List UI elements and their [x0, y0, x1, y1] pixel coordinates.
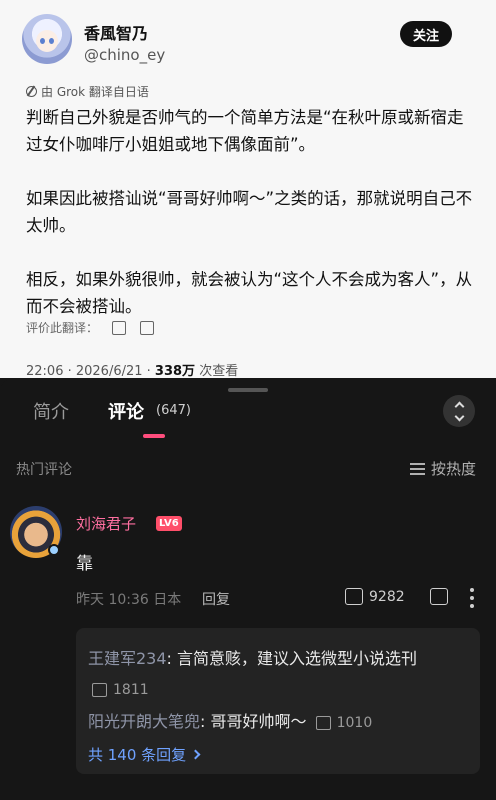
sort-icon	[410, 462, 425, 475]
tweet-handle: @chino_ey	[84, 46, 166, 64]
like-count: 9282	[369, 588, 405, 605]
like-icon	[345, 588, 363, 605]
reply-item[interactable]: 王建军234: 言简意赅，建议入选微型小说选刊 1811	[88, 644, 468, 705]
commenter-avatar[interactable]	[10, 506, 62, 558]
comment-text: 靠	[76, 554, 93, 574]
tweet-timestamp: 22:06 · 2026/6/21 ·	[26, 364, 155, 378]
reply-user[interactable]: 王建军234	[88, 649, 167, 668]
reply-item[interactable]: 阳光开朗大笔兜: 哥哥好帅啊～ 1010	[88, 707, 478, 738]
like-button[interactable]: 9282	[345, 588, 405, 605]
tab-intro[interactable]: 简介	[33, 398, 69, 424]
translation-note-text: 由 Grok 翻译自日语	[41, 85, 149, 99]
like-icon	[92, 682, 107, 697]
sort-label: 按热度	[431, 460, 477, 478]
more-options-icon[interactable]	[462, 588, 482, 608]
chevron-up-icon	[454, 401, 464, 411]
reply-like-button[interactable]: 1811	[92, 675, 149, 705]
sort-by-hot-button[interactable]: 按热度	[410, 458, 476, 479]
reply-text: : 言简意赅，建议入选微型小说选刊	[166, 649, 418, 668]
avatar-badge-icon	[48, 544, 60, 556]
translation-note: 由 Grok 翻译自日语	[26, 83, 149, 100]
comment-count: (647)	[156, 403, 191, 418]
comments-panel: 简介 评论 (647) 热门评论 按热度 刘海君子 LV6 靠 昨天 10:36…	[0, 378, 496, 800]
tweet-paragraph: 如果因此被搭讪说“哥哥好帅啊～”之类的话，那就说明自己不太帅。	[26, 189, 473, 235]
reply-user[interactable]: 阳光开朗大笔兜	[88, 712, 200, 731]
chevron-right-icon	[190, 749, 201, 760]
tweet-paragraph: 相反，如果外貌很帅，就会被认为“这个人不会成为客人”，从而不会被搭讪。	[26, 270, 473, 316]
reply-like-button[interactable]: 1010	[315, 708, 373, 738]
tweet-body: 判断自己外貌是否帅气的一个简单方法是“在秋叶原或新宿走过女仆咖啡厅小姐姐或地下偶…	[26, 104, 476, 347]
dislike-icon[interactable]	[430, 588, 448, 605]
tweet-views-suffix: 次查看	[195, 364, 239, 378]
total-replies-label: 共 140 条回复	[88, 746, 187, 764]
tab-comments[interactable]: 评论	[108, 398, 144, 424]
tweet-views: 338万	[154, 364, 196, 378]
replies-box: 王建军234: 言简意赅，建议入选微型小说选刊 1811 阳光开朗大笔兜: 哥哥…	[76, 628, 480, 774]
reply-like-count: 1811	[113, 681, 149, 698]
chevron-down-icon	[454, 411, 464, 421]
tweet-paragraph: 判断自己外貌是否帅气的一个简单方法是“在秋叶原或新宿走过女仆咖啡厅小姐姐或地下偶…	[26, 108, 464, 154]
active-tab-indicator	[143, 434, 165, 438]
tweet-meta: 22:06 · 2026/6/21 · 338万 次查看	[26, 360, 238, 378]
thumbs-up-icon[interactable]	[112, 320, 127, 335]
reply-button[interactable]: 回复	[202, 589, 230, 609]
view-all-replies-link[interactable]: 共 140 条回复	[88, 744, 201, 765]
tweet-screenshot: 香風智乃 @chino_ey 关注 由 Grok 翻译自日语 判断自己外貌是否帅…	[0, 0, 496, 378]
reply-like-count: 1010	[336, 714, 373, 731]
thumbs-down-icon[interactable]	[140, 320, 155, 335]
grok-icon	[26, 86, 37, 97]
rate-translation: 评价此翻译：	[26, 319, 155, 336]
commenter-name[interactable]: 刘海君子	[76, 513, 136, 534]
tweet-display-name: 香風智乃	[84, 24, 149, 43]
rate-translation-label: 评价此翻译：	[26, 321, 99, 335]
hot-comments-label: 热门评论	[16, 462, 72, 478]
expand-collapse-button[interactable]	[443, 395, 475, 427]
comment-meta: 昨天 10:36 日本	[76, 592, 182, 608]
drag-handle[interactable]	[228, 388, 268, 392]
level-badge: LV6	[156, 516, 182, 531]
tweet-avatar	[22, 14, 72, 64]
reply-text: : 哥哥好帅啊～	[200, 712, 307, 731]
like-icon	[315, 715, 331, 730]
follow-button[interactable]: 关注	[400, 21, 452, 47]
